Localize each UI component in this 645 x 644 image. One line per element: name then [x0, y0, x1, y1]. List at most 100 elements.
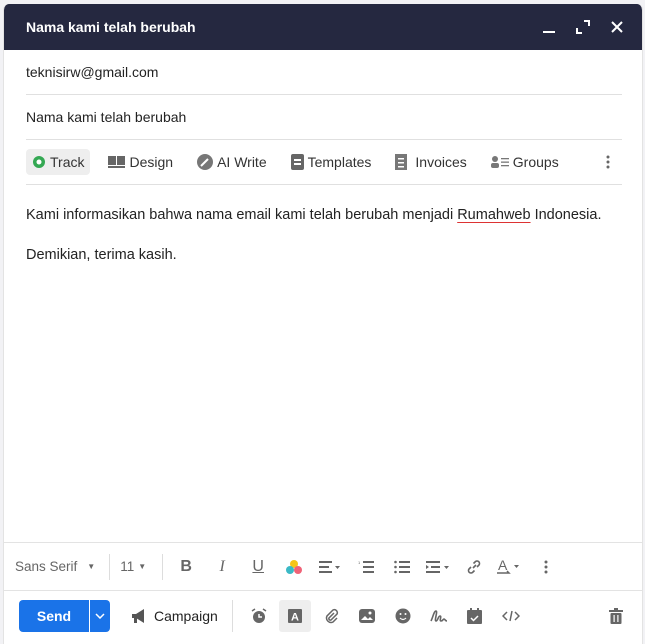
formatting-toggle-button[interactable]: A — [278, 599, 311, 632]
text-format-icon: A — [287, 608, 302, 623]
ai-write-button[interactable]: AI Write — [191, 149, 273, 175]
design-button[interactable]: Design — [102, 149, 179, 175]
image-icon — [358, 608, 375, 623]
eye-icon — [33, 156, 45, 168]
discard-button[interactable] — [600, 600, 632, 632]
design-label: Design — [129, 154, 174, 170]
close-button[interactable] — [600, 4, 634, 50]
magic-wand-icon — [197, 154, 214, 170]
italic-icon: I — [219, 557, 225, 575]
text-format-button[interactable]: A — [495, 552, 525, 582]
underline-icon: U — [252, 557, 264, 575]
campaign-label: Campaign — [154, 607, 218, 624]
font-select[interactable]: Sans Serif ▼ — [15, 552, 95, 582]
svg-text:A: A — [291, 611, 299, 623]
svg-text:1: 1 — [358, 560, 361, 565]
recipient: teknisirw@gmail.com — [26, 64, 159, 80]
minimize-icon — [543, 31, 555, 33]
divider — [109, 553, 111, 580]
bullet-list-button[interactable] — [387, 552, 417, 582]
ai-write-label: AI Write — [217, 154, 267, 170]
track-label: Track — [50, 154, 85, 170]
calendar-button[interactable] — [459, 600, 491, 632]
divider — [162, 553, 164, 580]
calendar-check-icon — [467, 607, 483, 624]
title-bar: Nama kami telah berubah — [4, 4, 642, 50]
code-icon — [501, 610, 520, 621]
bottom-toolbar: Send Campaign A — [4, 591, 642, 640]
numbered-list-button[interactable]: 1 — [351, 552, 381, 582]
text: Indonesia. — [530, 207, 602, 223]
window-title: Nama kami telah berubah — [26, 19, 196, 35]
more-formatting-button[interactable] — [531, 552, 561, 582]
font-color-icon: A — [497, 558, 520, 574]
message-body[interactable]: Kami informasikan bahwa nama email kami … — [4, 185, 642, 542]
trash-icon — [609, 607, 623, 624]
message-line: Demikian, terima kasih. — [26, 247, 177, 263]
caret-down-icon: ▼ — [138, 562, 147, 571]
to-field[interactable]: teknisirw@gmail.com — [26, 50, 622, 95]
fullscreen-button[interactable] — [566, 4, 600, 50]
code-button[interactable] — [495, 600, 527, 632]
groups-button[interactable]: Groups — [485, 149, 565, 175]
link-button[interactable] — [459, 552, 489, 582]
bullet-list-icon — [394, 560, 411, 573]
schedule-button[interactable] — [243, 600, 275, 632]
more-options-button[interactable] — [600, 150, 616, 174]
align-left-icon — [319, 560, 341, 573]
more-vert-icon — [544, 560, 548, 573]
indent-button[interactable] — [423, 552, 453, 582]
message-line: Kami informasikan bahwa nama email kami … — [26, 205, 620, 225]
close-icon — [611, 21, 623, 33]
font-size-select[interactable]: 11 ▼ — [118, 552, 148, 582]
signature-button[interactable] — [423, 600, 455, 632]
emoji-button[interactable] — [387, 600, 419, 632]
invoices-button[interactable]: Invoices — [389, 149, 472, 176]
text: Kami informasikan bahwa nama email kami … — [26, 207, 458, 223]
link-icon — [467, 559, 481, 574]
paperclip-icon — [325, 608, 338, 623]
divider — [231, 599, 233, 632]
attach-button[interactable] — [315, 600, 347, 632]
addon-toolbar: Track Design AI Write Templates Invoices… — [26, 140, 622, 185]
more-vert-icon — [606, 155, 610, 169]
svg-text:A: A — [498, 558, 508, 573]
campaign-button[interactable]: Campaign — [130, 608, 218, 624]
emoji-icon — [395, 608, 411, 623]
megaphone-icon — [132, 608, 144, 623]
misspelled-word[interactable]: Rumahweb — [457, 207, 530, 223]
expand-icon — [576, 20, 590, 34]
insert-photo-button[interactable] — [351, 600, 383, 632]
bold-button[interactable]: B — [171, 552, 201, 582]
formatting-toolbar: Sans Serif ▼ 11 ▼ B I U 1 A — [4, 542, 642, 591]
track-button[interactable]: Track — [26, 149, 91, 175]
subject-field[interactable]: Nama kami telah berubah — [26, 95, 622, 140]
bold-icon: B — [180, 557, 192, 575]
font-label: Sans Serif — [15, 559, 78, 574]
compose-window: Nama kami telah berubah teknisirw@gmail.… — [3, 4, 643, 644]
underline-button[interactable]: U — [243, 552, 273, 582]
indent-icon — [426, 560, 450, 573]
invoice-icon — [395, 153, 408, 170]
send-button[interactable]: Send — [19, 600, 89, 632]
font-size-label: 11 — [120, 559, 135, 574]
alarm-clock-icon — [251, 607, 267, 623]
templates-label: Templates — [307, 154, 372, 170]
send-button-group: Send — [19, 599, 110, 632]
caret-down-icon: ▼ — [87, 562, 96, 571]
text-color-button[interactable] — [279, 552, 309, 582]
send-options-button[interactable] — [89, 599, 110, 632]
groups-label: Groups — [512, 154, 559, 170]
layout-icon — [108, 156, 126, 168]
template-icon — [290, 154, 304, 170]
templates-button[interactable]: Templates — [285, 149, 378, 175]
subject-text: Nama kami telah berubah — [26, 109, 187, 125]
italic-button[interactable]: I — [207, 552, 237, 582]
signature-icon — [430, 609, 447, 622]
groups-icon — [490, 156, 509, 168]
numbered-list-icon: 1 — [358, 560, 375, 573]
minimize-button[interactable] — [532, 4, 566, 50]
palette-icon — [286, 559, 303, 574]
chevron-down-icon — [95, 612, 105, 619]
align-button[interactable] — [315, 552, 345, 582]
